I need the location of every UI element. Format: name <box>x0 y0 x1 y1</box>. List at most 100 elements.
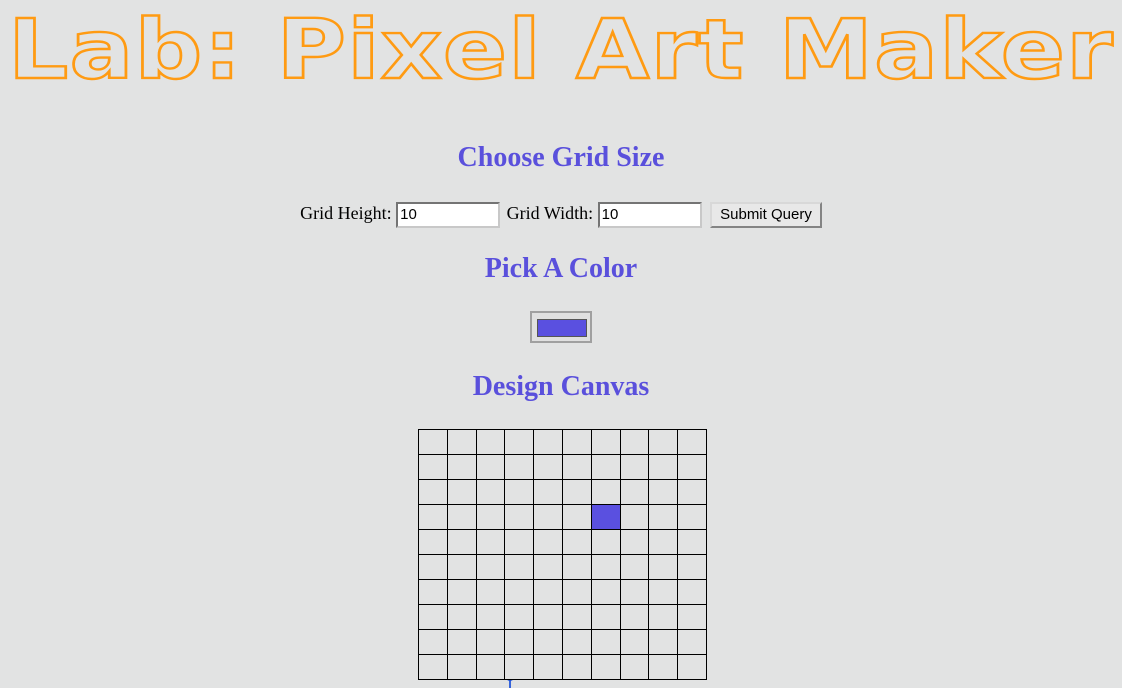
canvas-cell[interactable] <box>504 454 535 480</box>
canvas-cell[interactable] <box>590 554 621 580</box>
canvas-cell[interactable] <box>504 429 535 455</box>
canvas-cell[interactable] <box>418 429 448 455</box>
canvas-cell[interactable] <box>418 529 448 555</box>
canvas-cell[interactable] <box>590 529 621 555</box>
canvas-cell[interactable] <box>504 529 535 555</box>
canvas-cell[interactable] <box>446 579 477 605</box>
canvas-cell[interactable] <box>475 654 506 680</box>
grid-width-input[interactable] <box>597 201 702 228</box>
canvas-cell[interactable] <box>648 554 679 580</box>
canvas-cell[interactable] <box>677 629 707 655</box>
canvas-cell[interactable] <box>677 654 707 680</box>
grid-height-input[interactable] <box>396 201 501 228</box>
canvas-cell[interactable] <box>677 504 707 530</box>
canvas-cell[interactable] <box>475 629 506 655</box>
canvas-cell[interactable] <box>418 579 448 605</box>
canvas-cell[interactable] <box>475 529 506 555</box>
canvas-cell[interactable] <box>677 454 707 480</box>
canvas-cell[interactable] <box>533 654 563 680</box>
canvas-cell[interactable] <box>446 654 477 680</box>
canvas-cell[interactable] <box>561 629 592 655</box>
canvas-cell[interactable] <box>561 504 592 530</box>
canvas-cell[interactable] <box>533 579 563 605</box>
canvas-cell[interactable] <box>619 579 650 605</box>
canvas-cell[interactable] <box>475 429 506 455</box>
canvas-cell[interactable] <box>590 604 621 630</box>
canvas-cell[interactable] <box>619 529 650 555</box>
canvas-cell[interactable] <box>475 479 506 505</box>
canvas-cell[interactable] <box>504 604 535 630</box>
canvas-cell[interactable] <box>418 554 448 580</box>
canvas-cell[interactable] <box>418 654 448 680</box>
canvas-cell[interactable] <box>677 479 707 505</box>
canvas-cell[interactable] <box>648 604 679 630</box>
canvas-cell[interactable] <box>648 529 679 555</box>
canvas-cell[interactable] <box>418 454 448 480</box>
canvas-cell[interactable] <box>418 504 448 530</box>
canvas-cell[interactable] <box>677 429 707 455</box>
footer-link[interactable]: I <box>507 676 513 688</box>
canvas-cell[interactable] <box>590 579 621 605</box>
canvas-cell[interactable] <box>418 479 448 505</box>
canvas-cell[interactable] <box>504 554 535 580</box>
canvas-cell[interactable] <box>446 429 477 455</box>
canvas-cell[interactable] <box>533 629 563 655</box>
canvas-cell[interactable] <box>533 604 563 630</box>
canvas-cell[interactable] <box>619 454 650 480</box>
canvas-cell[interactable] <box>619 479 650 505</box>
canvas-cell[interactable] <box>619 654 650 680</box>
canvas-cell[interactable] <box>504 504 535 530</box>
canvas-cell[interactable] <box>504 629 535 655</box>
canvas-cell[interactable] <box>446 454 477 480</box>
canvas-cell[interactable] <box>533 479 563 505</box>
canvas-cell[interactable] <box>475 504 506 530</box>
canvas-cell[interactable] <box>561 579 592 605</box>
submit-button[interactable]: Submit Query <box>710 201 822 228</box>
canvas-cell[interactable] <box>533 529 563 555</box>
canvas-cell[interactable] <box>533 554 563 580</box>
canvas-cell[interactable] <box>561 554 592 580</box>
canvas-cell[interactable] <box>590 479 621 505</box>
canvas-cell[interactable] <box>677 529 707 555</box>
canvas-cell[interactable] <box>677 579 707 605</box>
canvas-cell[interactable] <box>561 654 592 680</box>
canvas-cell[interactable] <box>619 629 650 655</box>
canvas-cell[interactable] <box>648 629 679 655</box>
canvas-cell[interactable] <box>446 504 477 530</box>
canvas-cell[interactable] <box>504 479 535 505</box>
canvas-cell[interactable] <box>677 554 707 580</box>
canvas-cell[interactable] <box>677 604 707 630</box>
canvas-cell[interactable] <box>446 554 477 580</box>
canvas-cell[interactable] <box>648 429 679 455</box>
canvas-cell[interactable] <box>561 479 592 505</box>
canvas-cell[interactable] <box>446 479 477 505</box>
canvas-cell[interactable] <box>533 429 563 455</box>
canvas-cell[interactable] <box>446 529 477 555</box>
canvas-cell[interactable] <box>619 429 650 455</box>
canvas-cell[interactable] <box>561 454 592 480</box>
canvas-cell[interactable] <box>475 579 506 605</box>
canvas-cell[interactable] <box>590 629 621 655</box>
canvas-cell[interactable] <box>446 604 477 630</box>
canvas-cell[interactable] <box>446 629 477 655</box>
canvas-cell[interactable] <box>648 579 679 605</box>
canvas-cell[interactable] <box>475 454 506 480</box>
canvas-cell[interactable] <box>619 604 650 630</box>
canvas-cell[interactable] <box>590 654 621 680</box>
canvas-cell[interactable] <box>561 604 592 630</box>
canvas-cell[interactable] <box>590 454 621 480</box>
color-picker[interactable] <box>530 311 592 343</box>
canvas-cell[interactable] <box>619 554 650 580</box>
canvas-cell[interactable] <box>504 579 535 605</box>
canvas-cell[interactable] <box>533 504 563 530</box>
canvas-cell[interactable] <box>648 654 679 680</box>
canvas-cell[interactable] <box>561 429 592 455</box>
canvas-cell[interactable] <box>561 529 592 555</box>
canvas-cell[interactable] <box>533 454 563 480</box>
canvas-cell[interactable] <box>475 554 506 580</box>
canvas-cell[interactable] <box>418 629 448 655</box>
canvas-cell[interactable] <box>418 604 448 630</box>
canvas-cell[interactable] <box>648 479 679 505</box>
canvas-cell[interactable] <box>590 429 621 455</box>
canvas-cell[interactable] <box>590 504 621 530</box>
